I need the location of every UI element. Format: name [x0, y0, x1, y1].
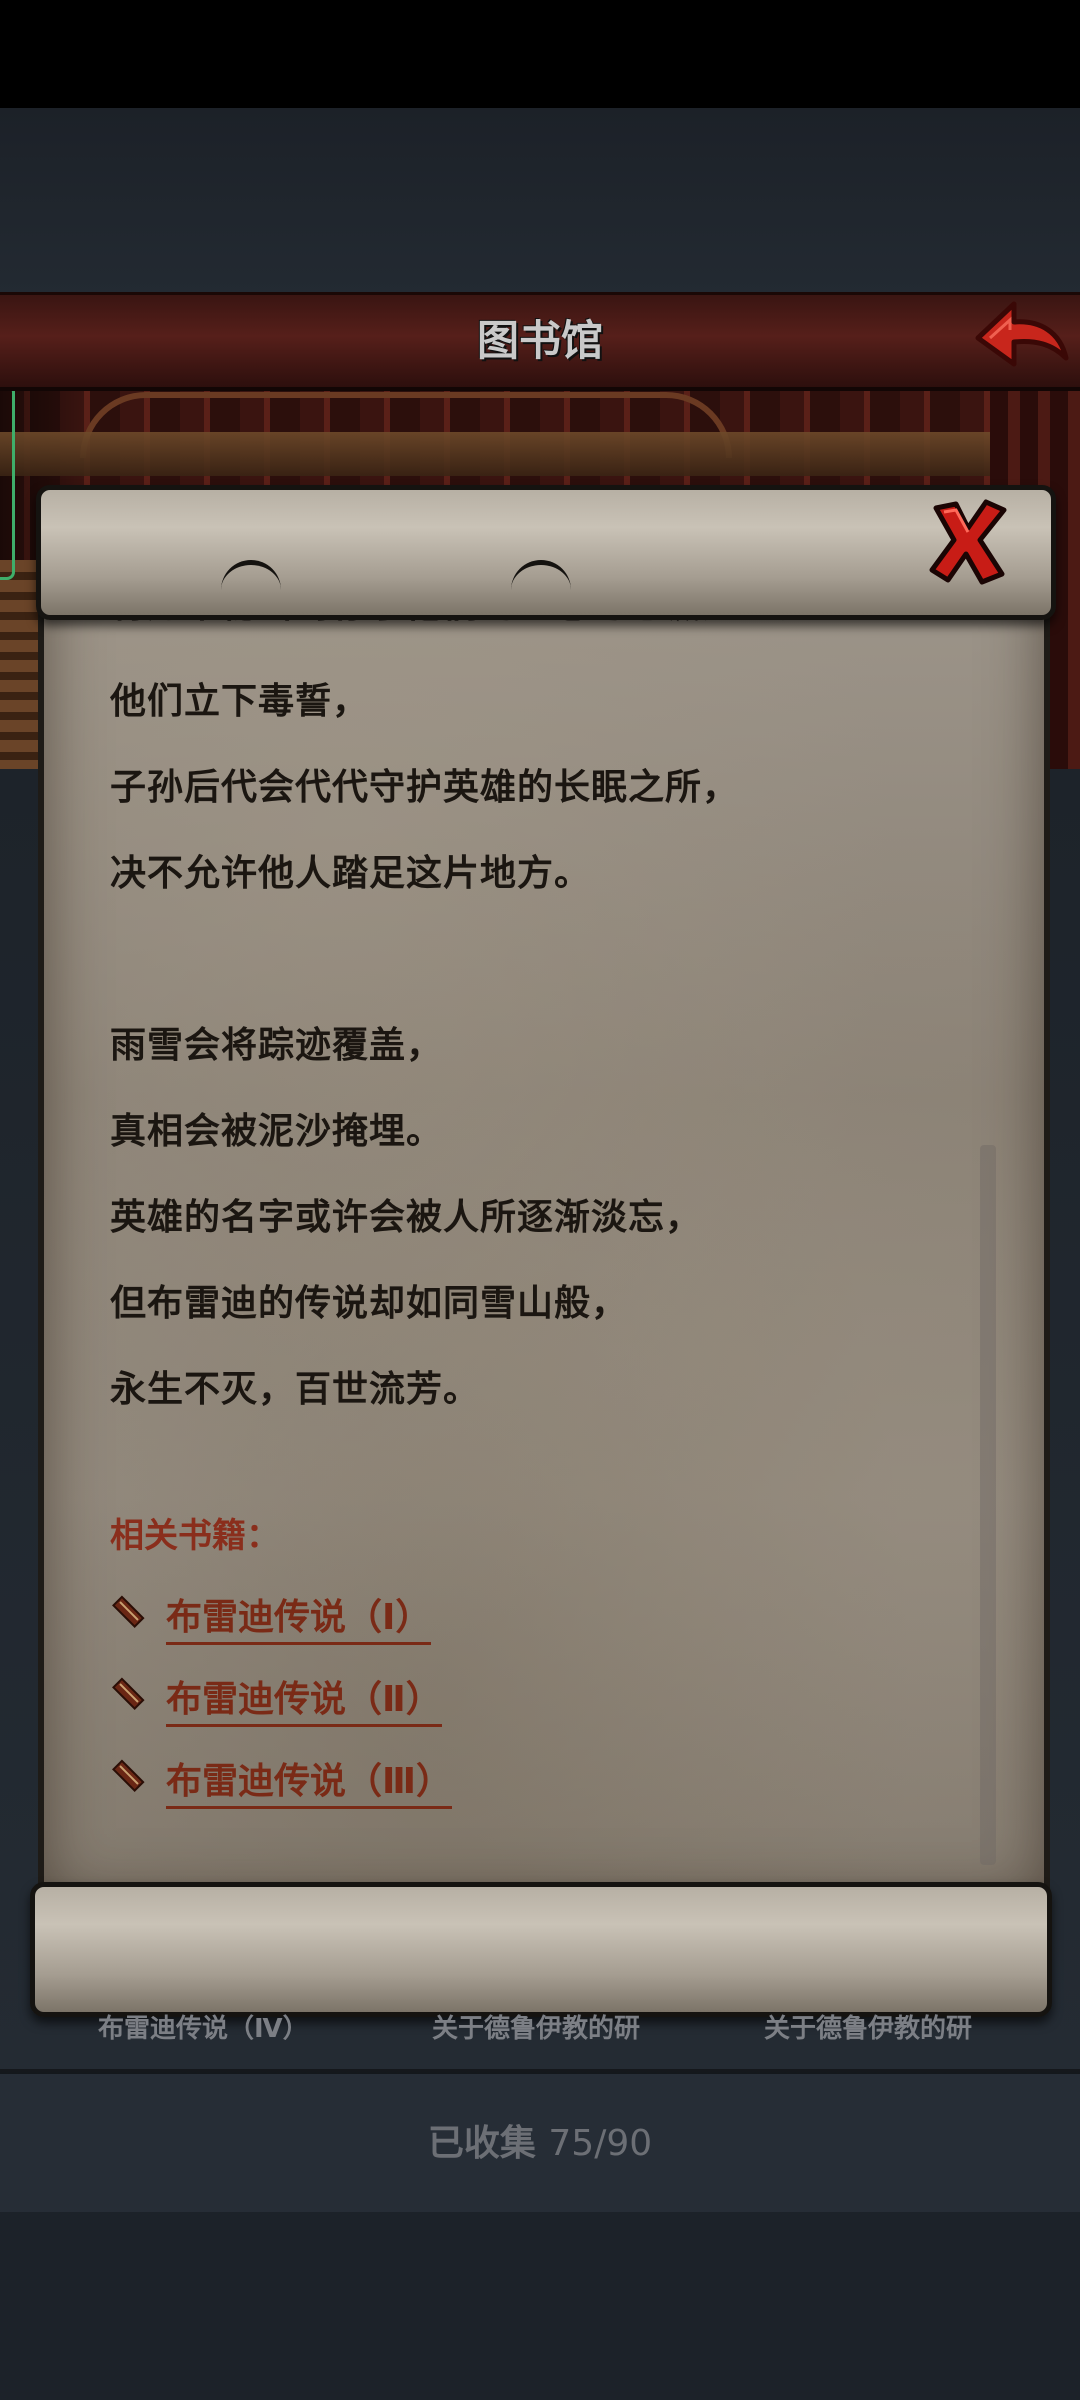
related-book-label: 布雷迪传说（Ⅰ）	[166, 1588, 432, 1645]
book-link-icon	[112, 1595, 145, 1628]
collection-count: 已收集 75/90	[0, 2074, 1080, 2214]
book-list-row: 布雷迪传说（Ⅳ） 关于德鲁伊教的研 关于德鲁伊教的研	[0, 2008, 1080, 2068]
text-line: 但布雷迪的传说却如同雪山般，	[110, 1283, 629, 1324]
book-link-icon	[112, 1759, 145, 1792]
back-arrow-icon	[975, 301, 1069, 367]
content-scrollbar[interactable]	[980, 1145, 996, 1865]
roll-crease	[511, 560, 571, 605]
book-link-icon	[112, 1677, 145, 1710]
text-line: 永生不灭，百世流芳。	[110, 1369, 481, 1410]
collection-value: 75/90	[548, 2123, 653, 2164]
roll-crease	[221, 560, 281, 605]
related-books-heading: 相关书籍：	[110, 1516, 280, 1556]
book-tab-item[interactable]: 关于德鲁伊教的研	[432, 2008, 640, 2045]
text-line: 雨雪会将踪迹覆盖，	[110, 1025, 444, 1066]
text-line: 他们立下毒誓，	[110, 681, 370, 722]
close-x-icon	[929, 499, 1007, 585]
close-button[interactable]	[926, 496, 1010, 586]
bottom-area	[0, 2212, 1080, 2400]
side-tab-edge[interactable]	[0, 384, 15, 580]
collection-bar: 已收集 75/90	[0, 2072, 1080, 2214]
related-book-label: 布雷迪传说（Ⅱ）	[166, 1670, 442, 1727]
page-title: 图书馆	[476, 316, 603, 365]
book-content[interactable]: 将这个秘密封存于他们的坚忍与忠诚之上。 他们立下毒誓， 子孙后代会代代守护英雄的…	[110, 600, 990, 1890]
text-line: 子孙后代会代代守护英雄的长眠之所，	[110, 767, 740, 808]
ceiling-beam	[0, 432, 1080, 476]
title-bar: 图书馆	[0, 292, 1080, 391]
text-line: 英雄的名字或许会被人所逐渐淡忘，	[110, 1197, 703, 1238]
text-line: 真相会被泥沙掩埋。	[110, 1111, 444, 1152]
scroll-bottom-roll	[30, 1882, 1052, 2017]
related-book-label: 布雷迪传说（Ⅲ）	[166, 1752, 453, 1809]
status-bar	[0, 0, 1080, 108]
book-tab-item[interactable]: 关于德鲁伊教的研	[764, 2008, 972, 2045]
text-line: 决不允许他人踏足这片地方。	[110, 853, 592, 894]
collection-label: 已收集	[427, 2123, 536, 2164]
background-upper	[0, 108, 1080, 298]
back-button[interactable]	[970, 296, 1070, 380]
book-tab-item[interactable]: 布雷迪传说（Ⅳ）	[98, 2008, 309, 2045]
scroll-top-roll	[36, 485, 1056, 620]
